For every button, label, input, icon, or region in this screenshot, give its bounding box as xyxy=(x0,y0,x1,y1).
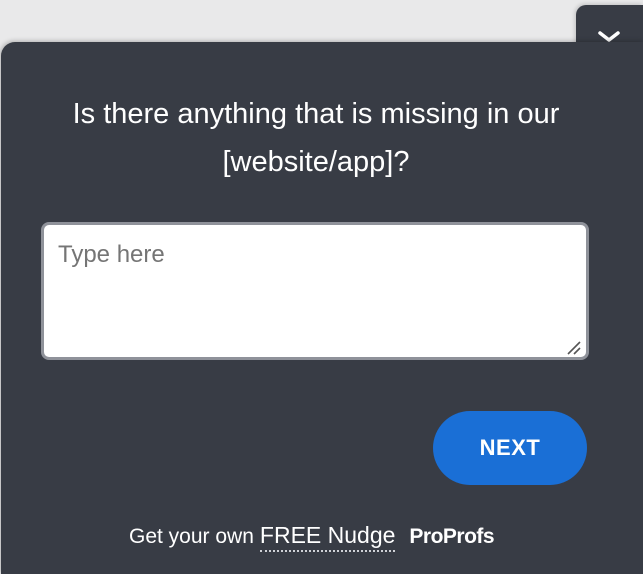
question-text: Is there anything that is missing in our… xyxy=(72,98,560,178)
survey-panel: Is there anything that is missing in our… xyxy=(1,42,643,574)
next-button[interactable]: NEXT xyxy=(433,411,587,485)
free-nudge-link[interactable]: FREE Nudge xyxy=(259,522,396,552)
footer: Get your own FREE Nudge ProProfs xyxy=(129,520,495,554)
answer-input[interactable] xyxy=(41,222,589,360)
resize-grip-icon[interactable] xyxy=(565,339,581,355)
nudge-widget: Is there anything that is missing in our… xyxy=(0,0,643,574)
proprofs-logo[interactable]: ProProfs xyxy=(409,525,494,549)
footer-prefix: Get your own xyxy=(129,525,254,548)
